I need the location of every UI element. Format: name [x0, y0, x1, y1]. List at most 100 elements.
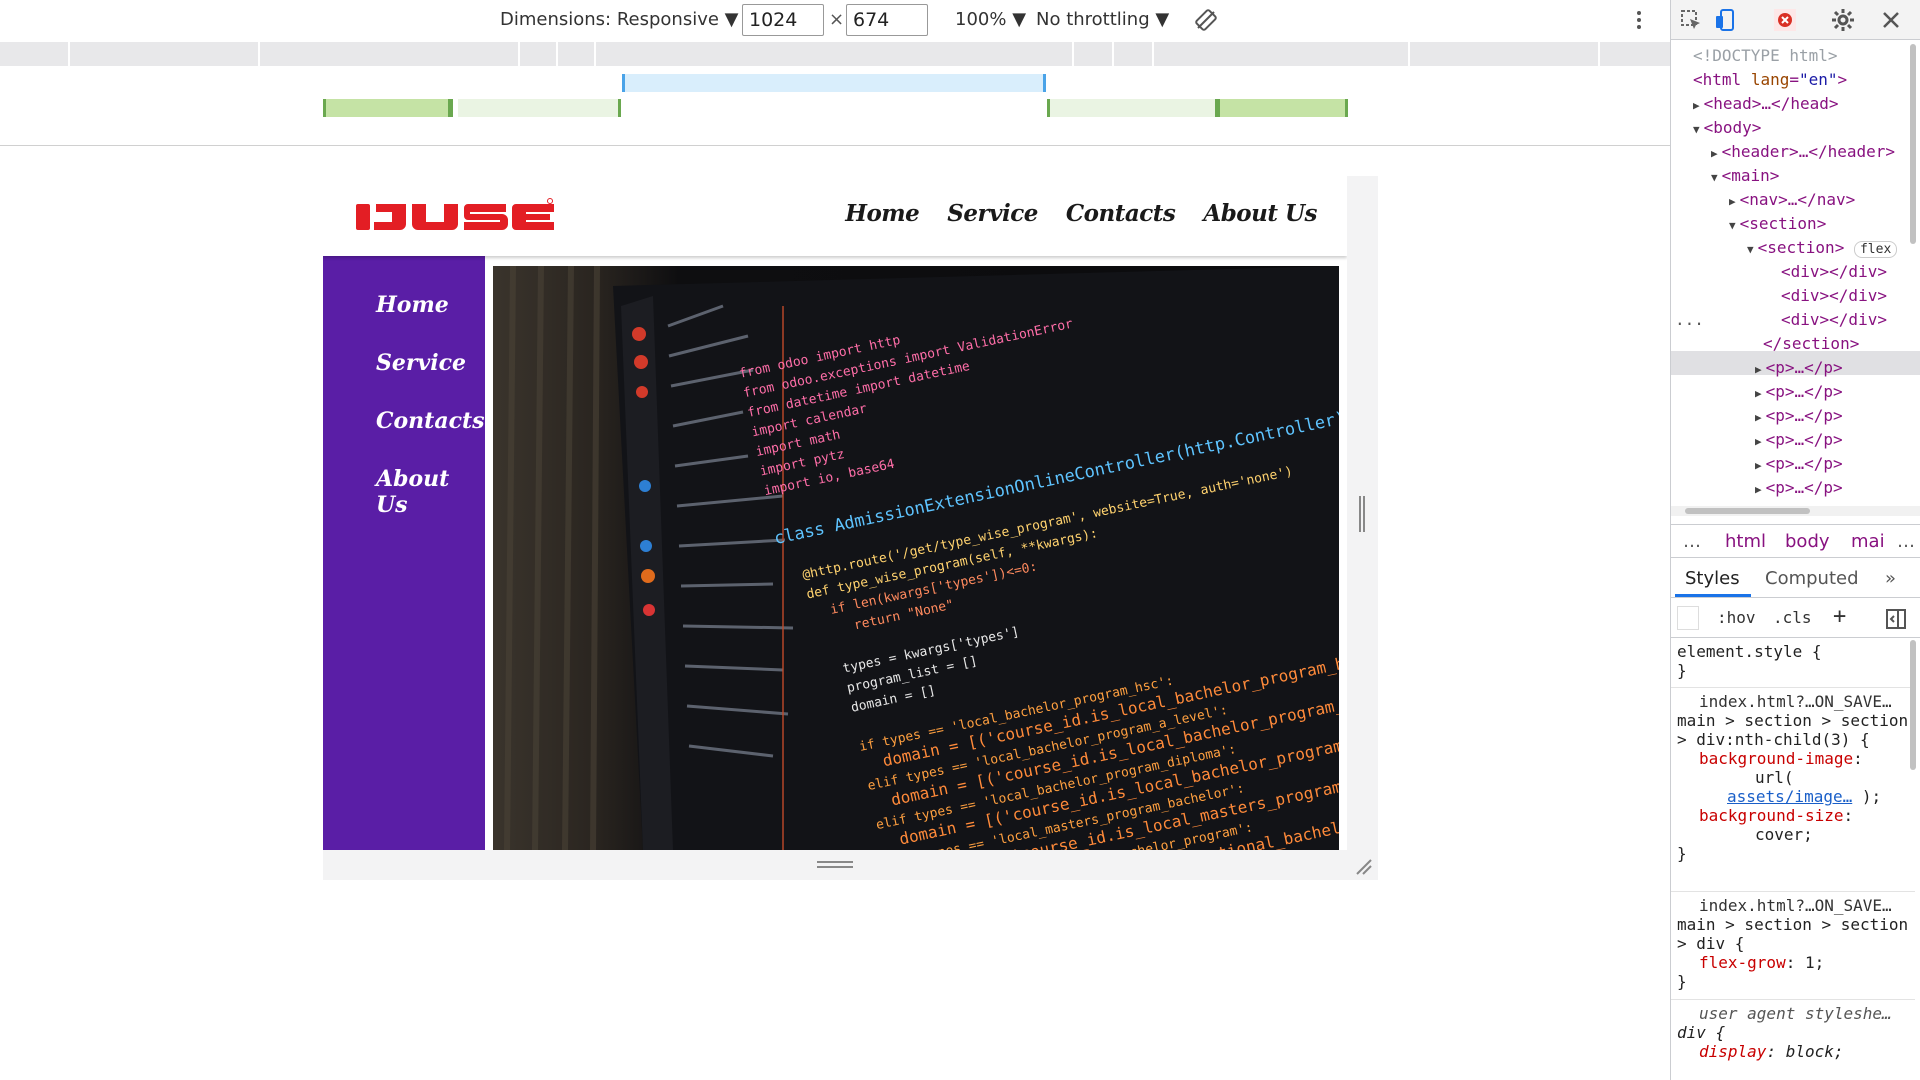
prop-flex-grow[interactable]: flex-grow: 1; — [1671, 953, 1915, 972]
rule-source-link[interactable]: index.html?…ON_SAVE… — [1671, 896, 1915, 915]
value-url-line[interactable]: assets/image… ); — [1671, 787, 1915, 806]
new-rule-icon[interactable]: + — [1833, 604, 1846, 629]
dom-head[interactable]: ▶ <head>…</head> — [1693, 92, 1838, 116]
dom-div-3[interactable]: <div></div> — [1781, 308, 1887, 332]
more-options-icon[interactable] — [1634, 8, 1644, 32]
rule-nth-child[interactable]: index.html?…ON_SAVE… main > section > se… — [1671, 692, 1915, 892]
dom-p-6[interactable]: ▶ <p>…</p> — [1755, 476, 1843, 500]
max-width-breakpoint[interactable] — [622, 74, 1046, 92]
breadcrumb-ellipsis-right[interactable]: … — [1897, 531, 1915, 552]
dom-div-2[interactable]: <div></div> — [1781, 284, 1887, 308]
value-cover: cover; — [1755, 825, 1813, 844]
filter-input[interactable] — [1677, 606, 1699, 630]
error-icon[interactable] — [1773, 8, 1797, 32]
height-input[interactable] — [846, 4, 928, 36]
code-editor-image: from odoo import http from odoo.exceptio… — [493, 266, 1339, 850]
user-agent-label: user agent styleshe… — [1699, 1004, 1892, 1023]
min-width-breakpoint-left-light[interactable] — [458, 99, 621, 117]
dom-p-4[interactable]: ▶ <p>…</p> — [1755, 428, 1843, 452]
ijse-logo[interactable] — [354, 198, 554, 236]
device-frame: Home Service Contacts About Us Home Serv… — [323, 176, 1378, 880]
close-devtools-icon[interactable] — [1879, 8, 1903, 32]
zoom-dropdown[interactable]: 100% ▼ — [955, 9, 1026, 30]
top-nav-contacts[interactable]: Contacts — [1066, 200, 1176, 227]
side-navigation: Home Service Contacts About Us — [323, 256, 485, 850]
top-nav-home[interactable]: Home — [845, 200, 920, 227]
toolbar-divider — [0, 145, 1670, 146]
side-nav-home[interactable]: Home — [376, 292, 485, 324]
dom-section[interactable]: ▼ <section> — [1729, 212, 1826, 236]
prop-background-image[interactable]: background-image: — [1671, 749, 1915, 768]
width-input[interactable] — [742, 4, 824, 36]
dimensions-dropdown[interactable]: Dimensions: Responsive ▼ — [500, 9, 739, 30]
side-nav-service[interactable]: Service — [376, 350, 485, 382]
dom-inner-section[interactable]: ▼ <section> flex — [1747, 236, 1898, 260]
dom-p-1[interactable]: ▶ <p>…</p> — [1755, 356, 1843, 380]
dom-nav[interactable]: ▶ <nav>…</nav> — [1729, 188, 1855, 212]
breadcrumb-body[interactable]: body — [1785, 531, 1830, 552]
emulated-viewport: Dimensions: Responsive ▼ × 100% ▼ No thr… — [0, 0, 1670, 1080]
top-nav-service[interactable]: Service — [947, 200, 1038, 227]
min-width-breakpoint-right[interactable] — [1215, 99, 1348, 117]
devtools-panel: <!DOCTYPE html> <html lang="en"> ▶ <head>… — [1670, 0, 1920, 1080]
tab-computed[interactable]: Computed — [1765, 568, 1859, 589]
hov-toggle[interactable]: :hov — [1717, 608, 1756, 627]
site-header: Home Service Contacts About Us — [323, 176, 1347, 256]
rotate-icon[interactable] — [1194, 8, 1218, 32]
rule-selector: main > section > section > div { — [1677, 915, 1909, 953]
styles-tabs: Styles Computed » — [1671, 560, 1920, 598]
rule-selector: main > section > section > div:nth-child… — [1677, 711, 1909, 749]
cls-toggle[interactable]: .cls — [1773, 608, 1812, 627]
dom-header[interactable]: ▶ <header>…</header> — [1711, 140, 1895, 164]
dom-main[interactable]: ▼ <main> — [1711, 164, 1779, 188]
top-nav-about-us[interactable]: About Us — [1203, 200, 1317, 227]
flex-badge[interactable]: flex — [1853, 241, 1898, 258]
dom-body[interactable]: ▼ <body> — [1693, 116, 1761, 140]
rule-source-link[interactable]: index.html?…ON_SAVE… — [1671, 692, 1915, 711]
dom-row-ellipsis[interactable]: ... — [1675, 308, 1704, 332]
device-toggle-icon[interactable] — [1713, 8, 1737, 32]
rule-close: } — [1677, 661, 1687, 680]
devtools-toolbar — [1671, 0, 1920, 40]
inspect-element-icon[interactable] — [1679, 8, 1703, 32]
dom-doctype[interactable]: <!DOCTYPE html> — [1693, 44, 1838, 68]
prop-background-size[interactable]: background-size: — [1671, 806, 1915, 825]
breadcrumb-ellipsis-left[interactable]: … — [1683, 531, 1701, 552]
dom-p-2[interactable]: ▶ <p>…</p> — [1755, 380, 1843, 404]
prop-display: display: block; — [1699, 1042, 1844, 1061]
dom-div-1[interactable]: <div></div> — [1781, 260, 1887, 284]
breadcrumb-main[interactable]: mai — [1851, 531, 1885, 552]
device-toolbar: Dimensions: Responsive ▼ × 100% ▼ No thr… — [0, 0, 1670, 40]
resize-handle-right[interactable] — [1358, 494, 1366, 534]
rule-div-flex-grow[interactable]: index.html?…ON_SAVE… main > section > se… — [1671, 896, 1915, 1000]
dom-p-3[interactable]: ▶ <p>…</p> — [1755, 404, 1843, 428]
tab-styles[interactable]: Styles — [1685, 568, 1740, 589]
breadcrumb-html[interactable]: html — [1725, 531, 1766, 552]
dom-html[interactable]: <html lang="en"> — [1693, 68, 1847, 92]
rule-selector: div { — [1677, 1023, 1726, 1042]
asset-link[interactable]: assets/image… — [1727, 787, 1852, 806]
dom-horizontal-scrollbar[interactable] — [1671, 506, 1920, 516]
rule-element-style[interactable]: element.style { } — [1671, 642, 1915, 688]
rule-user-agent[interactable]: user agent styleshe… div { display: bloc… — [1671, 1004, 1915, 1080]
value-url-open: url( — [1755, 768, 1794, 787]
side-nav-contacts[interactable]: Contacts — [376, 408, 485, 440]
dom-vertical-scrollbar[interactable] — [1908, 44, 1918, 504]
dom-breadcrumbs: … html body mai … — [1671, 524, 1920, 558]
styles-vertical-scrollbar[interactable] — [1908, 640, 1918, 1080]
settings-gear-icon[interactable] — [1831, 8, 1855, 32]
tabs-overflow-icon[interactable]: » — [1885, 568, 1896, 589]
rule-close: } — [1677, 972, 1687, 991]
toggle-sidebar-icon[interactable] — [1885, 608, 1907, 630]
hero-code-image: from odoo import http from odoo.exceptio… — [493, 266, 1339, 850]
dom-tree: <!DOCTYPE html> <html lang="en"> ▶ <head>… — [1671, 44, 1920, 504]
resize-corner-icon[interactable] — [1353, 856, 1373, 876]
min-width-breakpoint-right-light[interactable] — [1047, 99, 1217, 117]
throttling-dropdown[interactable]: No throttling ▼ — [1036, 9, 1169, 30]
resize-handle-bottom[interactable] — [815, 860, 855, 870]
dom-p-5[interactable]: ▶ <p>…</p> — [1755, 452, 1843, 476]
min-width-breakpoint-left[interactable] — [323, 99, 453, 117]
dom-section-close[interactable]: </section> — [1763, 332, 1859, 356]
media-query-bar[interactable] — [0, 42, 1670, 66]
side-nav-about-us[interactable]: About Us — [376, 466, 485, 518]
